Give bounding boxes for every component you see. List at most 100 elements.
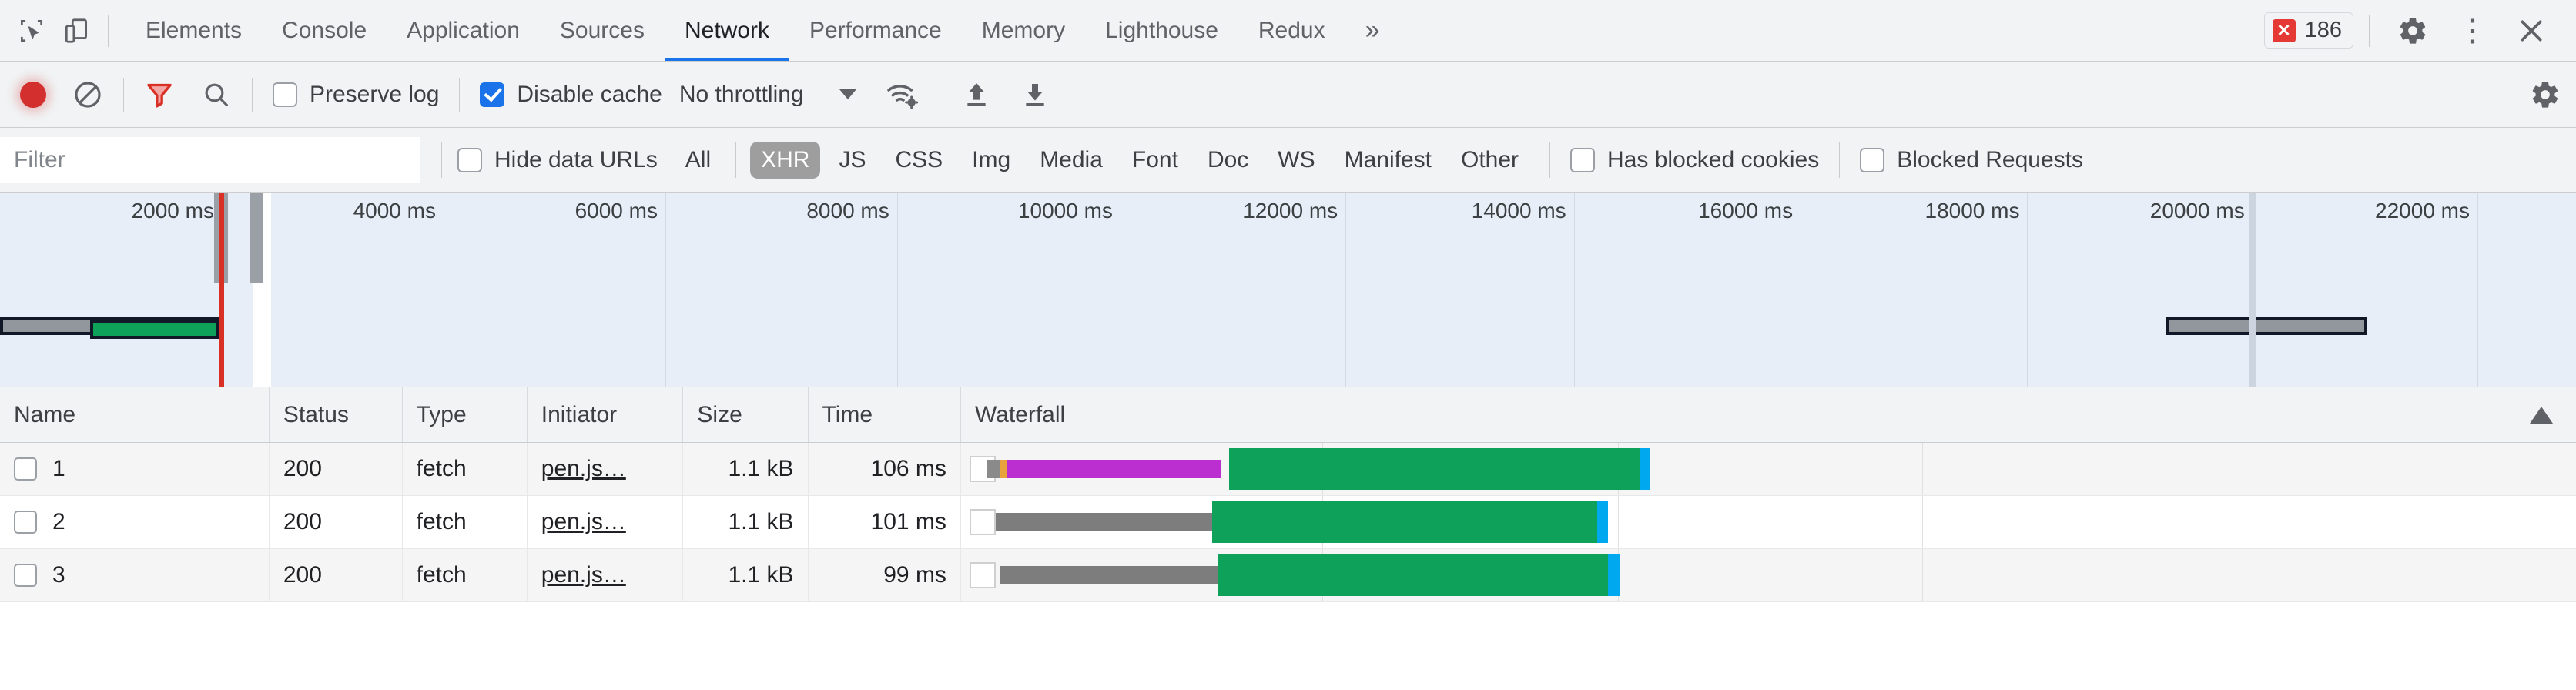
tab-elements[interactable]: Elements (126, 0, 262, 61)
cell-type: fetch (403, 443, 528, 495)
cell-size: 1.1 kB (683, 496, 808, 548)
row-checkbox[interactable] (14, 457, 37, 481)
blocked-requests-checkbox[interactable]: Blocked Requests (1860, 147, 2083, 173)
waterfall-tick-line (1618, 496, 1619, 548)
more-tabs-icon[interactable]: » (1345, 0, 1400, 61)
disable-cache-label: Disable cache (517, 82, 662, 108)
network-settings-icon[interactable] (2530, 79, 2561, 110)
disable-cache-box-icon (480, 82, 504, 107)
record-button[interactable] (20, 82, 46, 108)
preserve-log-box-icon (273, 82, 297, 107)
request-name: 1 (52, 456, 65, 482)
type-filter-doc[interactable]: Doc (1197, 142, 1259, 179)
cell-name: 3 (0, 549, 270, 601)
tab-label: Lighthouse (1105, 18, 1218, 44)
tab-console[interactable]: Console (262, 0, 387, 61)
type-filter-font[interactable]: Font (1121, 142, 1189, 179)
tab-label: Sources (560, 18, 645, 44)
type-filter-js[interactable]: JS (828, 142, 876, 179)
request-name: 2 (52, 509, 65, 535)
error-count-badge[interactable]: ✕ 186 (2264, 12, 2353, 49)
row-checkbox[interactable] (14, 564, 37, 587)
overview-selection-handle-right[interactable] (250, 193, 263, 283)
table-row[interactable]: 1200fetchpen.js…1.1 kB106 ms (0, 443, 2576, 496)
table-row[interactable]: 2200fetchpen.js…1.1 kB101 ms (0, 496, 2576, 549)
column-header-initiator[interactable]: Initiator (528, 387, 684, 442)
clear-button[interactable] (72, 79, 103, 110)
tab-redux[interactable]: Redux (1238, 0, 1345, 61)
throttling-select[interactable]: No throttling (679, 82, 856, 108)
blocked-requests-box-icon (1860, 148, 1884, 172)
type-filter-css[interactable]: CSS (884, 142, 953, 179)
waterfall-segment (1218, 554, 1609, 596)
column-header-type[interactable]: Type (403, 387, 528, 442)
cell-size: 1.1 kB (683, 549, 808, 601)
type-filter-all[interactable]: All (675, 142, 722, 179)
row-checkbox[interactable] (14, 511, 37, 534)
close-icon[interactable] (2505, 15, 2558, 46)
device-toolbar-icon[interactable] (62, 16, 91, 45)
table-row[interactable]: 3200fetchpen.js…1.1 kB99 ms (0, 549, 2576, 602)
column-header-time[interactable]: Time (809, 387, 961, 442)
sort-ascending-icon[interactable] (2530, 407, 2553, 424)
hide-data-urls-checkbox[interactable]: Hide data URLs (457, 147, 658, 173)
gear-icon[interactable] (2385, 15, 2440, 46)
cell-initiator: pen.js… (528, 549, 684, 601)
column-header-waterfall[interactable]: Waterfall (961, 387, 2576, 442)
column-header-status[interactable]: Status (270, 387, 403, 442)
type-filter-manifest[interactable]: Manifest (1334, 142, 1442, 179)
tab-memory[interactable]: Memory (962, 0, 1085, 61)
toolbar-divider-3 (459, 78, 460, 112)
disable-cache-checkbox[interactable]: Disable cache (480, 82, 662, 108)
type-filter-other[interactable]: Other (1450, 142, 1529, 179)
filter-divider-2 (1549, 142, 1550, 178)
tab-sources[interactable]: Sources (540, 0, 665, 61)
devtools-window: Elements Console Application Sources Net… (0, 0, 2576, 690)
cell-waterfall (961, 496, 2576, 548)
network-overview-timeline[interactable]: 2000 ms4000 ms6000 ms8000 ms10000 ms1200… (0, 193, 2576, 387)
network-control-toolbar: Preserve log Disable cache No throttling (0, 62, 2576, 128)
toolbar-divider (123, 78, 124, 112)
tab-bar-left-icons (0, 0, 91, 61)
hide-data-urls-label: Hide data URLs (494, 147, 658, 173)
panel-tabs: Elements Console Application Sources Net… (126, 0, 1400, 61)
tab-performance[interactable]: Performance (789, 0, 962, 61)
chevron-down-icon (839, 89, 856, 99)
kebab-menu-icon[interactable]: ⋮ (2444, 15, 2502, 46)
column-header-label: Status (283, 402, 349, 428)
cell-status: 200 (270, 549, 403, 601)
column-header-label: Waterfall (975, 402, 1065, 428)
filter-divider-3 (1839, 142, 1840, 178)
type-filter-xhr[interactable]: XHR (750, 142, 820, 179)
initiator-link[interactable]: pen.js… (541, 509, 626, 535)
import-har-icon[interactable] (960, 79, 993, 110)
cell-name: 1 (0, 443, 270, 495)
filter-input[interactable] (0, 137, 420, 183)
network-conditions-icon[interactable] (886, 79, 920, 110)
tab-lighthouse[interactable]: Lighthouse (1085, 0, 1238, 61)
column-header-size[interactable]: Size (683, 387, 808, 442)
waterfall-segment (1000, 566, 1218, 584)
overview-bar-segment (93, 323, 215, 336)
initiator-link[interactable]: pen.js… (541, 562, 626, 588)
waterfall-segment (987, 460, 1000, 478)
export-har-icon[interactable] (1019, 79, 1051, 110)
search-button[interactable] (201, 79, 232, 110)
blocked-requests-label: Blocked Requests (1897, 147, 2083, 173)
type-filter-ws[interactable]: WS (1267, 142, 1325, 179)
inspect-element-icon[interactable] (17, 16, 46, 45)
tab-network[interactable]: Network (665, 0, 789, 61)
initiator-link[interactable]: pen.js… (541, 456, 626, 482)
tab-bar-right-icons: ✕ 186 ⋮ (2264, 0, 2576, 61)
type-filter-media[interactable]: Media (1029, 142, 1114, 179)
filter-button[interactable] (144, 79, 175, 110)
preserve-log-checkbox[interactable]: Preserve log (273, 82, 439, 108)
column-header-name[interactable]: Name (0, 387, 270, 442)
type-filter-img[interactable]: Img (961, 142, 1021, 179)
table-body: 1200fetchpen.js…1.1 kB106 ms2200fetchpen… (0, 443, 2576, 602)
waterfall-segment (1608, 554, 1620, 596)
column-header-label: Name (14, 402, 75, 428)
has-blocked-cookies-checkbox[interactable]: Has blocked cookies (1570, 147, 1819, 173)
tab-application[interactable]: Application (387, 0, 540, 61)
cell-size: 1.1 kB (683, 443, 808, 495)
